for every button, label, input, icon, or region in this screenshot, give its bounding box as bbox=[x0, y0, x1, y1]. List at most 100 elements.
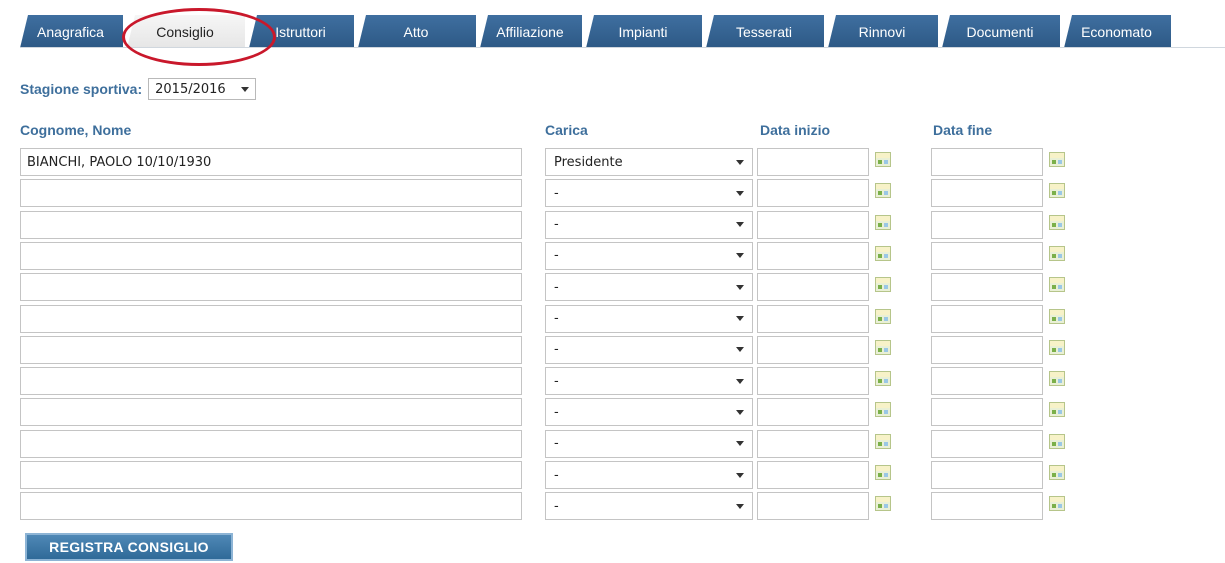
end-date-field[interactable] bbox=[931, 273, 1043, 302]
table-row: - bbox=[0, 461, 1225, 491]
member-name-field[interactable] bbox=[20, 461, 522, 489]
start-date-field[interactable] bbox=[757, 179, 869, 208]
calendar-icon[interactable] bbox=[875, 433, 891, 449]
start-date-field[interactable] bbox=[757, 461, 869, 489]
calendar-icon[interactable] bbox=[1049, 214, 1065, 230]
chevron-down-icon bbox=[736, 159, 744, 165]
start-date-field[interactable] bbox=[757, 398, 869, 427]
chevron-down-icon bbox=[736, 253, 744, 259]
column-header-name: Cognome, Nome bbox=[20, 122, 132, 138]
member-name-field[interactable] bbox=[20, 367, 522, 396]
calendar-icon[interactable] bbox=[1049, 371, 1065, 387]
season-value: 2015/2016 bbox=[155, 81, 226, 97]
member-name-field[interactable] bbox=[20, 335, 522, 364]
calendar-icon[interactable] bbox=[1049, 183, 1065, 199]
role-select[interactable]: - bbox=[545, 210, 753, 239]
tab-tesserati[interactable]: Tesserati bbox=[706, 15, 824, 48]
tab-anagrafica[interactable]: Anagrafica bbox=[20, 15, 123, 48]
calendar-icon[interactable] bbox=[1049, 308, 1065, 324]
start-date-field[interactable] bbox=[757, 304, 869, 333]
calendar-icon[interactable] bbox=[1049, 152, 1065, 167]
role-select[interactable]: - bbox=[545, 398, 753, 427]
end-date-field[interactable] bbox=[931, 335, 1043, 364]
table-row: - bbox=[0, 429, 1225, 460]
calendar-icon[interactable] bbox=[875, 402, 891, 418]
end-date-field[interactable] bbox=[931, 179, 1043, 208]
end-date-field[interactable] bbox=[931, 148, 1043, 176]
member-name-field[interactable] bbox=[20, 210, 522, 239]
member-name-field[interactable] bbox=[20, 492, 522, 521]
role-select[interactable]: - bbox=[545, 492, 753, 521]
member-name-field[interactable] bbox=[20, 429, 522, 458]
role-select[interactable]: - bbox=[545, 367, 753, 396]
save-council-button[interactable]: REGISTRA CONSIGLIO bbox=[25, 533, 233, 561]
calendar-icon[interactable] bbox=[875, 496, 891, 512]
season-select[interactable]: 2015/2016 bbox=[148, 78, 257, 100]
member-name-field[interactable] bbox=[20, 304, 522, 333]
tab-affiliazione[interactable]: Affiliazione bbox=[480, 15, 582, 48]
calendar-icon[interactable] bbox=[1049, 402, 1065, 418]
role-select[interactable]: - bbox=[545, 241, 753, 270]
start-date-field[interactable] bbox=[757, 429, 869, 458]
table-row: - bbox=[0, 179, 1225, 209]
member-name-field[interactable]: BIANCHI, PAOLO 10/10/1930 bbox=[20, 148, 522, 176]
end-date-field[interactable] bbox=[931, 241, 1043, 270]
calendar-icon[interactable] bbox=[1049, 339, 1065, 355]
role-value: - bbox=[554, 404, 559, 420]
calendar-icon[interactable] bbox=[875, 339, 891, 355]
calendar-icon[interactable] bbox=[1049, 433, 1065, 449]
member-name-field[interactable] bbox=[20, 179, 522, 208]
calendar-icon[interactable] bbox=[875, 152, 891, 167]
calendar-icon[interactable] bbox=[875, 371, 891, 387]
calendar-icon[interactable] bbox=[1049, 245, 1065, 261]
role-value: - bbox=[554, 217, 559, 233]
role-value: - bbox=[554, 436, 559, 452]
role-select[interactable]: - bbox=[545, 461, 753, 489]
calendar-icon[interactable] bbox=[875, 465, 891, 480]
start-date-field[interactable] bbox=[757, 148, 869, 176]
end-date-field[interactable] bbox=[931, 210, 1043, 239]
end-date-field[interactable] bbox=[931, 367, 1043, 396]
member-name-field[interactable] bbox=[20, 241, 522, 270]
tab-rinnovi[interactable]: Rinnovi bbox=[828, 15, 938, 48]
calendar-icon[interactable] bbox=[1049, 465, 1065, 480]
calendar-icon[interactable] bbox=[1049, 277, 1065, 293]
start-date-field[interactable] bbox=[757, 273, 869, 302]
start-date-field[interactable] bbox=[757, 210, 869, 239]
member-name-field[interactable] bbox=[20, 273, 522, 302]
season-row: Stagione sportiva: 2015/2016 bbox=[20, 78, 257, 100]
tab-impianti[interactable]: Impianti bbox=[586, 15, 702, 48]
chevron-down-icon bbox=[736, 347, 744, 353]
role-select[interactable]: - bbox=[545, 304, 753, 333]
start-date-field[interactable] bbox=[757, 492, 869, 521]
start-date-field[interactable] bbox=[757, 367, 869, 396]
member-name-field[interactable] bbox=[20, 398, 522, 427]
chevron-down-icon bbox=[736, 503, 744, 509]
calendar-icon[interactable] bbox=[875, 183, 891, 199]
role-select[interactable]: - bbox=[545, 273, 753, 302]
calendar-icon[interactable] bbox=[875, 214, 891, 230]
role-select[interactable]: - bbox=[545, 179, 753, 208]
end-date-field[interactable] bbox=[931, 429, 1043, 458]
tab-atto[interactable]: Atto bbox=[358, 15, 476, 48]
table-row: - bbox=[0, 367, 1225, 397]
calendar-icon[interactable] bbox=[875, 245, 891, 261]
role-select[interactable]: - bbox=[545, 429, 753, 458]
tab-documenti[interactable]: Documenti bbox=[942, 15, 1060, 48]
end-date-field[interactable] bbox=[931, 492, 1043, 521]
tab-economato[interactable]: Economato bbox=[1064, 15, 1171, 48]
calendar-icon[interactable] bbox=[875, 277, 891, 293]
calendar-icon[interactable] bbox=[875, 308, 891, 324]
role-select[interactable]: Presidente bbox=[545, 148, 753, 176]
role-select[interactable]: - bbox=[545, 335, 753, 364]
start-date-field[interactable] bbox=[757, 335, 869, 364]
end-date-field[interactable] bbox=[931, 398, 1043, 427]
chevron-down-icon bbox=[736, 378, 744, 384]
end-date-field[interactable] bbox=[931, 304, 1043, 333]
chevron-down-icon bbox=[736, 316, 744, 321]
start-date-field[interactable] bbox=[757, 241, 869, 270]
calendar-icon[interactable] bbox=[1049, 496, 1065, 512]
role-value: - bbox=[554, 498, 559, 514]
end-date-field[interactable] bbox=[931, 461, 1043, 489]
table-row: - bbox=[0, 492, 1225, 522]
